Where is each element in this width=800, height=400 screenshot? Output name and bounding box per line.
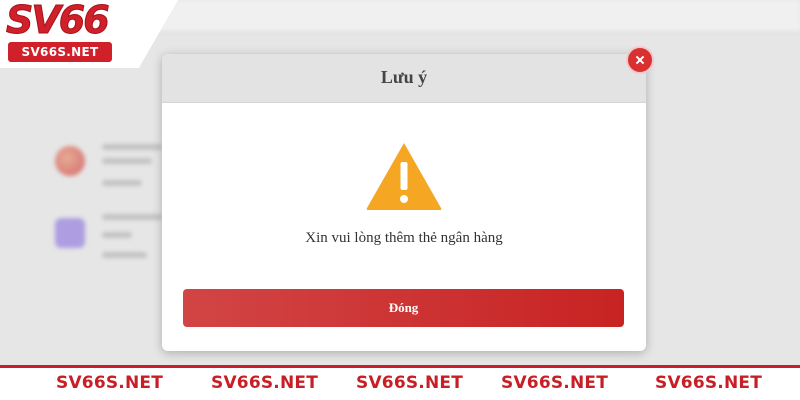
logo-text: SV66 <box>6 0 111 42</box>
close-button[interactable] <box>626 46 654 74</box>
modal-title: Lưu ý <box>380 67 428 87</box>
modal-message: Xin vui lòng thêm thẻ ngân hàng <box>305 230 503 246</box>
logo-domain: SV66S.NET <box>8 42 112 62</box>
brand-strip: SV66S.NET SV66S.NET SV66S.NET SV66S.NET … <box>0 365 800 400</box>
brand-strip-label: SV66S.NET <box>356 373 463 393</box>
brand-strip-label: SV66S.NET <box>501 373 608 393</box>
brand-strip-label: SV66S.NET <box>655 373 762 393</box>
brand-strip-label: SV66S.NET <box>211 373 318 393</box>
notice-modal: Lưu ý Xin vui lòng thêm thẻ ngân hàng Đó… <box>162 46 654 351</box>
close-dialog-button[interactable]: Đóng <box>183 289 624 327</box>
brand-strip-label: SV66S.NET <box>56 373 163 393</box>
modal-header: Lưu ý <box>162 54 646 103</box>
warning-triangle-icon <box>366 143 442 210</box>
